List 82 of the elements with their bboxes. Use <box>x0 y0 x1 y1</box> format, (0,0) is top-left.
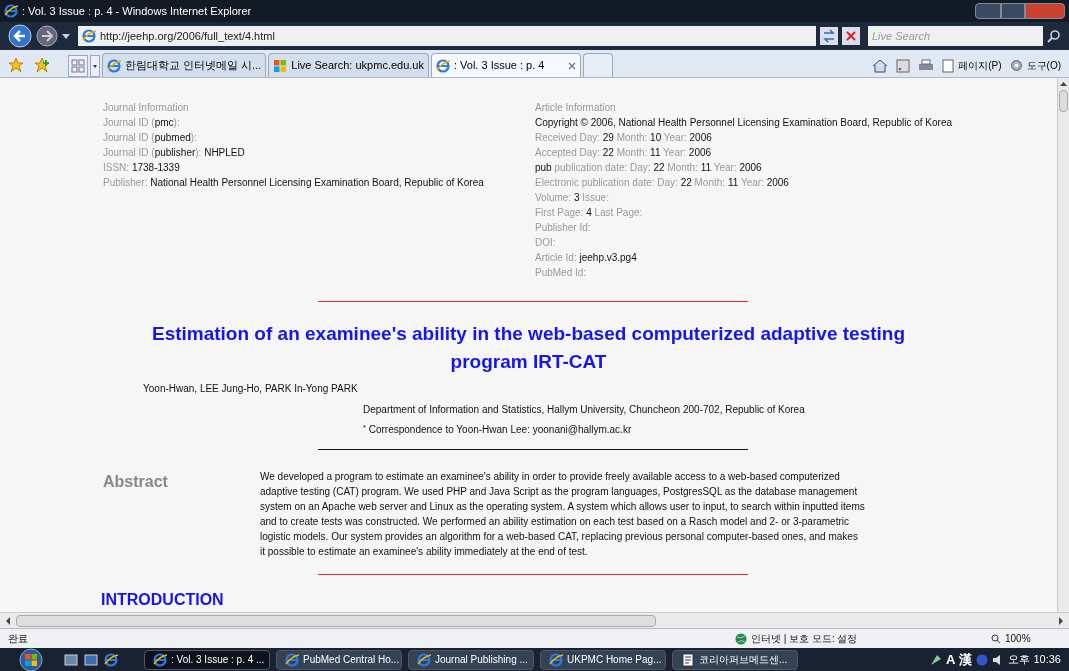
scroll-thumb[interactable] <box>1059 90 1068 112</box>
ie-logo-icon <box>435 58 450 73</box>
document-icon <box>681 652 695 667</box>
scroll-thumb[interactable] <box>16 614 656 627</box>
taskbar-button[interactable]: PubMed Central Ho... <box>276 649 402 670</box>
taskbar-button[interactable]: 코리아퍼브메드센... <box>672 649 798 670</box>
info-line: Accepted Day: 22 Month: 11 Year: 2006 <box>535 146 713 160</box>
window-title: : Vol. 3 Issue : p. 4 - Windows Internet Explorer <box>22 3 253 19</box>
horizontal-scrollbar[interactable] <box>0 612 1069 628</box>
info-line: DOI: <box>535 236 557 250</box>
info-line: First Page: 4 Last Page: <box>535 206 644 220</box>
info-line: Journal ID (pmc): <box>103 116 181 130</box>
ie-logo-icon <box>82 29 96 43</box>
info-line: pub publication date: Day: 22 Month: 11 Year: 2006 <box>535 161 763 175</box>
ime-indicator[interactable]: A <box>946 649 956 670</box>
info-line: Publisher Id: <box>535 221 592 235</box>
address-field[interactable]: http://jeehp.org/2006/full_text/4.html <box>78 26 816 46</box>
forward-button[interactable] <box>36 25 58 47</box>
info-line: Electronic publication date: Day: 22 Month: 11 Year: 2006 <box>535 176 790 190</box>
scroll-right-arrow-icon[interactable] <box>1057 615 1065 626</box>
dropdown-arrow-icon[interactable] <box>62 33 70 39</box>
section-heading: INTRODUCTION <box>101 590 225 610</box>
tab-list-button[interactable] <box>90 55 100 77</box>
info-line: Article Information <box>535 101 617 115</box>
info-line: Journal ID (publisher): NHPLED <box>103 146 246 160</box>
info-line: PubMed Id: <box>535 266 588 280</box>
info-line: Publisher: National Health Personnel Licensing Examination Board, Republic of Korea <box>103 176 485 190</box>
ie-logo-icon <box>4 4 18 18</box>
windows-logo-icon <box>273 58 288 73</box>
show-desktop-icon[interactable] <box>64 653 78 666</box>
correspondence-text: $^{*}$ Correspondence to Yoon-Hwan Lee: yoonani@hallym.ac.kr <box>363 422 633 438</box>
ie-logo-icon <box>285 652 299 667</box>
maximize-button[interactable] <box>1001 3 1025 19</box>
abstract-text: We developed a program to estimate an examinee's ability in order to provide freely available access to a web-based computerized adaptive testing (CAT) program. We used PHP and Java Script as the program languages, PostgresSQL as the database management system on an Apache web server and Linux as the operating system. A system which allows user to input, to search within inputted items and to create tests was constructed. We performed an ability estimation on each test based on a Rasch model and 2- or 3-parametric logistic models. Our system provides an algorithm for a web-based CAT, replacing previous personal computer-based ones, and makes it possible to estimate an examinee's ability immediately at the end of test. <box>260 469 865 559</box>
stop-icon[interactable] <box>842 27 860 45</box>
home-icon[interactable] <box>872 58 889 73</box>
taskbar-button[interactable]: UKPMC Home Pag... <box>540 649 666 670</box>
refresh-icon[interactable] <box>820 27 838 45</box>
ie-logo-icon <box>549 652 563 667</box>
search-icon[interactable] <box>1047 29 1061 43</box>
article-title: Estimation of an examinee's ability in the web-based computerized adaptive testing program IRT-CAT <box>150 322 907 375</box>
vertical-scrollbar[interactable] <box>1057 78 1069 612</box>
zoom-icon <box>991 633 1001 644</box>
minimize-button[interactable] <box>975 3 1001 19</box>
ie-logo-icon <box>417 652 431 667</box>
switch-windows-icon[interactable] <box>84 653 98 666</box>
page-icon <box>942 58 955 73</box>
taskbar-button[interactable]: Journal Publishing ... <box>408 649 534 670</box>
ie-logo-icon <box>107 58 121 73</box>
page-menu[interactable]: 페이지(P) <box>942 58 1002 73</box>
info-line: Received Day: 29 Month: 10 Year: 2006 <box>535 131 713 145</box>
tools-menu[interactable]: 도구(O) <box>1009 58 1061 73</box>
author-list: Yoon-Hwan, LEE Jung-Ho, PARK In-Yong PARK <box>143 381 1057 397</box>
info-line: Journal Information <box>103 101 190 115</box>
zoom-menu[interactable]: 100% <box>991 631 1061 646</box>
taskbar-button[interactable]: : Vol. 3 Issue : p. 4 ... <box>144 649 270 670</box>
close-tab-icon[interactable] <box>567 61 576 70</box>
browser-tab[interactable]: : Vol. 3 Issue : p. 4 <box>430 53 581 77</box>
back-button[interactable] <box>8 24 32 48</box>
browser-tab[interactable]: 한림대학교 인터넷메일 시... <box>102 53 267 77</box>
gear-icon <box>1009 59 1023 72</box>
info-line: ISSN: 1738-1339 <box>103 161 181 175</box>
security-zone-text: 인터넷 | 보호 모드: 설정 <box>751 632 859 646</box>
info-line: Volume: 3 Issue: <box>535 191 610 205</box>
info-line: Journal ID (pubmed): <box>103 131 198 145</box>
scroll-left-arrow-icon[interactable] <box>4 615 12 626</box>
info-line: Article Id: jeehp.v3.pg4 <box>535 251 638 265</box>
print-icon[interactable] <box>918 58 935 73</box>
favorites-star-icon[interactable] <box>8 57 24 73</box>
add-favorite-icon[interactable] <box>34 57 50 73</box>
info-line: Copyright © 2006, National Health Personnel Licensing Examination Board, Republic of Korea <box>535 116 953 130</box>
globe-icon <box>735 632 747 645</box>
ie-logo-icon <box>153 652 167 667</box>
search-field[interactable]: Live Search <box>868 26 1043 46</box>
clock-text: 오후 10:36 <box>1008 652 1061 668</box>
status-text: 완료 <box>8 632 29 646</box>
browser-tab[interactable]: Live Search: ukpmc.edu.uk <box>268 53 429 77</box>
abstract-heading: Abstract <box>102 471 169 492</box>
affiliation-text: Department of Information and Statistics, Hallym University, Chuncheon 200-702, Republic of Korea <box>363 403 806 418</box>
ie-logo-icon[interactable] <box>104 652 118 667</box>
ime-indicator[interactable]: 漢 <box>959 649 973 670</box>
quick-tabs-icon[interactable] <box>68 55 88 77</box>
